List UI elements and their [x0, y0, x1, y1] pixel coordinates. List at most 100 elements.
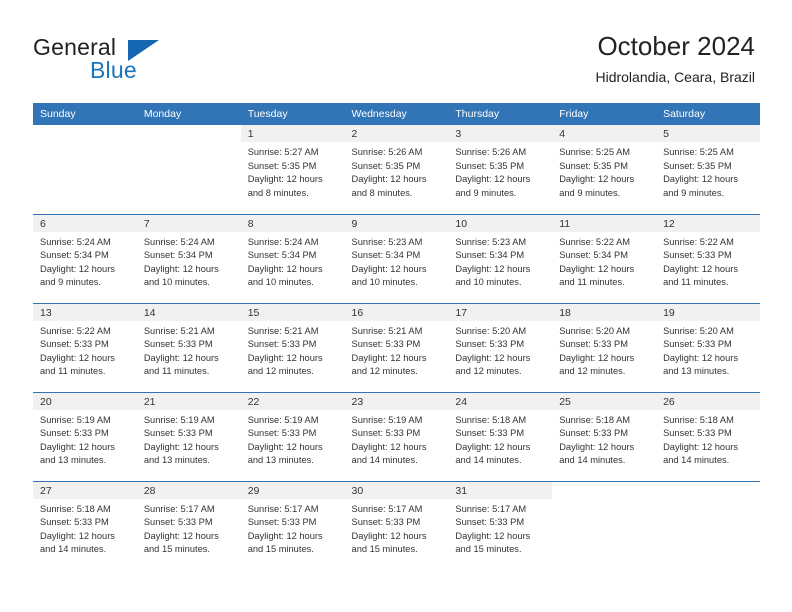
day-detail-line: and 11 minutes. — [40, 366, 106, 377]
day-detail-line: and 11 minutes. — [559, 277, 625, 288]
calendar-week-row: 27 Sunrise: 5:18 AM Sunset: 5:33 PM Dayligh… — [33, 480, 760, 571]
day-cell[interactable]: 21 Sunrise: 5:19 AM Sunset: 5:33 PM Dayligh… — [136, 392, 241, 481]
day-number: 1 — [240, 125, 345, 142]
day-detail-line: and 14 minutes. — [663, 455, 730, 466]
day-details: Sunrise: 5:27 AM Sunset: 5:35 PM Daylight:… — [241, 142, 345, 200]
day-number: 2 — [344, 125, 449, 142]
day-detail-line: and 11 minutes. — [663, 277, 729, 288]
day-cell[interactable]: 5 Sunrise: 5:25 AM Sunset: 5:35 PM Daylight… — [656, 125, 760, 214]
day-detail-line: Sunrise: 5:17 AM — [351, 503, 423, 514]
general-blue-logo[interactable]: General Blue — [33, 34, 213, 90]
day-detail-line: Sunset: 5:33 PM — [247, 517, 317, 528]
day-detail-line: and 12 minutes. — [351, 366, 418, 377]
day-cell[interactable]: 24 Sunrise: 5:18 AM Sunset: 5:33 PM Dayligh… — [448, 392, 553, 481]
day-cell[interactable]: 3 Sunrise: 5:26 AM Sunset: 5:35 PM Daylight… — [448, 125, 553, 214]
day-cell[interactable]: 26 Sunrise: 5:18 AM Sunset: 5:33 PM Dayligh… — [656, 392, 760, 481]
day-cell[interactable]: 2 Sunrise: 5:26 AM Sunset: 5:35 PM Daylight… — [344, 125, 449, 214]
day-detail-line: and 15 minutes. — [143, 544, 210, 555]
day-detail-line: Daylight: 12 hours — [143, 352, 219, 363]
day-detail-line: and 12 minutes. — [559, 366, 626, 377]
day-details: Sunrise: 5:22 AM Sunset: 5:33 PM Daylight:… — [656, 232, 760, 290]
day-cell[interactable]: 1 Sunrise: 5:27 AM Sunset: 5:35 PM Daylight… — [240, 125, 345, 214]
calendar-cell: 2 Sunrise: 5:26 AM Sunset: 5:35 PM Daylight… — [344, 125, 449, 214]
day-detail-line: Sunset: 5:33 PM — [351, 517, 421, 528]
day-cell[interactable]: 27 Sunrise: 5:18 AM Sunset: 5:33 PM Dayligh… — [33, 481, 137, 571]
day-cell[interactable]: 18 Sunrise: 5:20 AM Sunset: 5:33 PM Dayligh… — [552, 303, 657, 392]
calendar-cell: 5 Sunrise: 5:25 AM Sunset: 5:35 PM Daylight… — [656, 125, 760, 214]
day-details: Sunrise: 5:17 AM Sunset: 5:33 PM Daylight:… — [448, 499, 552, 557]
day-number: 12 — [656, 214, 760, 232]
day-detail-line: Sunrise: 5:20 AM — [663, 325, 734, 336]
day-cell[interactable]: 6 Sunrise: 5:24 AM Sunset: 5:34 PM Daylight… — [33, 214, 137, 303]
calendar-cell: 19 Sunrise: 5:20 AM Sunset: 5:33 PM Dayligh… — [656, 302, 760, 392]
day-detail-line: Daylight: 12 hours — [559, 441, 635, 452]
day-cell[interactable]: 14 Sunrise: 5:21 AM Sunset: 5:33 PM Dayligh… — [136, 303, 241, 392]
day-detail-line: Daylight: 12 hours — [351, 441, 427, 452]
day-cell[interactable]: 8 Sunrise: 5:24 AM Sunset: 5:34 PM Daylight… — [240, 214, 345, 303]
day-detail-line: Daylight: 12 hours — [40, 352, 115, 363]
day-detail-line: Sunrise: 5:24 AM — [143, 236, 215, 247]
day-cell[interactable]: 12 Sunrise: 5:22 AM Sunset: 5:33 PM Dayligh… — [656, 214, 760, 303]
day-detail-line: Sunrise: 5:19 AM — [40, 414, 111, 425]
day-cell[interactable]: 31 Sunrise: 5:17 AM Sunset: 5:33 PM Dayligh… — [448, 481, 553, 571]
calendar-cell: 25 Sunrise: 5:18 AM Sunset: 5:33 PM Dayligh… — [552, 391, 657, 481]
weekday-header-tuesday: Tuesday — [240, 103, 345, 125]
day-number: 4 — [552, 125, 657, 142]
calendar-cell: 1 Sunrise: 5:27 AM Sunset: 5:35 PM Daylight… — [240, 125, 345, 214]
day-cell[interactable]: 4 Sunrise: 5:25 AM Sunset: 5:35 PM Daylight… — [552, 125, 657, 214]
day-detail-line: and 15 minutes. — [247, 544, 314, 555]
day-detail-line: Daylight: 12 hours — [455, 530, 531, 541]
day-detail-line: and 8 minutes. — [247, 187, 309, 198]
weekday-header-thursday: Thursday — [448, 103, 553, 125]
day-cell[interactable]: 16 Sunrise: 5:21 AM Sunset: 5:33 PM Dayligh… — [344, 303, 449, 392]
calendar-cell: 11 Sunrise: 5:22 AM Sunset: 5:34 PM Dayligh… — [552, 213, 657, 303]
day-number: 14 — [136, 303, 241, 321]
day-cell[interactable]: 28 Sunrise: 5:17 AM Sunset: 5:33 PM Dayligh… — [136, 481, 241, 571]
day-detail-line: and 14 minutes. — [40, 544, 107, 555]
day-number: 9 — [344, 214, 449, 232]
day-cell[interactable]: 15 Sunrise: 5:21 AM Sunset: 5:33 PM Dayligh… — [240, 303, 345, 392]
day-cell[interactable]: 19 Sunrise: 5:20 AM Sunset: 5:33 PM Dayligh… — [656, 303, 760, 392]
day-cell[interactable]: 23 Sunrise: 5:19 AM Sunset: 5:33 PM Dayligh… — [344, 392, 449, 481]
day-details — [137, 142, 241, 146]
day-cell[interactable]: 20 Sunrise: 5:19 AM Sunset: 5:33 PM Dayligh… — [33, 392, 137, 481]
day-details: Sunrise: 5:17 AM Sunset: 5:33 PM Daylight:… — [345, 499, 449, 557]
day-cell[interactable]: 13 Sunrise: 5:22 AM Sunset: 5:33 PM Dayligh… — [33, 303, 137, 392]
day-detail-line: and 8 minutes. — [351, 187, 413, 198]
day-detail-line: Sunrise: 5:20 AM — [455, 325, 527, 336]
calendar-week-row: 20 Sunrise: 5:19 AM Sunset: 5:33 PM Dayligh… — [33, 391, 760, 481]
day-cell[interactable]: 10 Sunrise: 5:23 AM Sunset: 5:34 PM Dayligh… — [448, 214, 553, 303]
calendar-week-row: 1 Sunrise: 5:27 AM Sunset: 5:35 PM Daylight… — [33, 125, 760, 214]
day-detail-line: Daylight: 12 hours — [247, 441, 323, 452]
day-cell[interactable]: 25 Sunrise: 5:18 AM Sunset: 5:33 PM Dayligh… — [552, 392, 657, 481]
day-detail-line: and 14 minutes. — [559, 455, 626, 466]
day-detail-line: Sunrise: 5:27 AM — [247, 147, 319, 157]
day-cell[interactable]: 29 Sunrise: 5:17 AM Sunset: 5:33 PM Dayligh… — [240, 481, 345, 571]
calendar-cell: 15 Sunrise: 5:21 AM Sunset: 5:33 PM Dayligh… — [240, 302, 345, 392]
day-detail-line: Daylight: 12 hours — [455, 263, 531, 274]
page-subtitle: Hidrolandia, Ceara, Brazil — [595, 69, 755, 85]
day-cell[interactable]: 17 Sunrise: 5:20 AM Sunset: 5:33 PM Dayligh… — [448, 303, 553, 392]
day-detail-line: Sunrise: 5:23 AM — [351, 236, 423, 247]
title-block: October 2024 Hidrolandia, Ceara, Brazil — [595, 30, 755, 87]
day-cell[interactable]: 7 Sunrise: 5:24 AM Sunset: 5:34 PM Daylight… — [136, 214, 241, 303]
day-number: 28 — [136, 481, 241, 499]
day-cell[interactable]: 30 Sunrise: 5:17 AM Sunset: 5:33 PM Dayligh… — [344, 481, 449, 571]
day-detail-line: and 9 minutes. — [455, 187, 517, 198]
day-detail-line: Sunset: 5:33 PM — [559, 428, 628, 439]
day-detail-line: Daylight: 12 hours — [455, 174, 531, 185]
day-detail-line: Daylight: 12 hours — [143, 441, 219, 452]
empty-day-cell — [137, 125, 241, 214]
day-details: Sunrise: 5:22 AM Sunset: 5:33 PM Daylight:… — [33, 321, 137, 379]
day-cell[interactable]: 22 Sunrise: 5:19 AM Sunset: 5:33 PM Dayligh… — [240, 392, 345, 481]
day-cell[interactable]: 11 Sunrise: 5:22 AM Sunset: 5:34 PM Dayligh… — [552, 214, 657, 303]
day-detail-line: Sunrise: 5:22 AM — [40, 325, 111, 336]
day-details: Sunrise: 5:18 AM Sunset: 5:33 PM Daylight:… — [656, 410, 760, 468]
day-detail-line: Sunrise: 5:20 AM — [559, 325, 631, 336]
day-cell[interactable]: 9 Sunrise: 5:23 AM Sunset: 5:34 PM Daylight… — [344, 214, 449, 303]
day-detail-line: Sunset: 5:35 PM — [663, 160, 732, 171]
day-detail-line: Daylight: 12 hours — [247, 530, 323, 541]
day-detail-line: Sunrise: 5:26 AM — [351, 147, 423, 157]
day-number: 18 — [552, 303, 657, 321]
day-detail-line: Sunset: 5:35 PM — [351, 160, 421, 171]
